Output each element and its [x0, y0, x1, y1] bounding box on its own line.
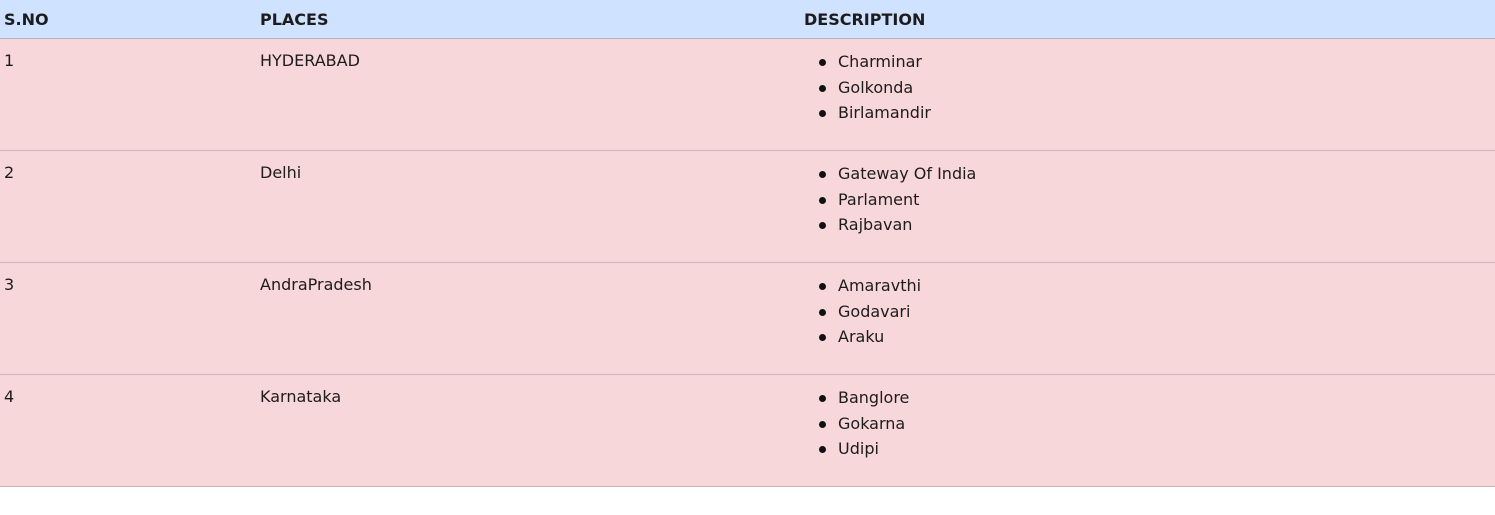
list-item-text: Banglore — [838, 388, 910, 407]
cell-sno: 3 — [0, 262, 256, 375]
header-places: PLACES — [256, 0, 800, 39]
table-header: S.NO PLACES DESCRIPTION — [0, 0, 1495, 39]
list-item: Amaravthi — [819, 273, 1495, 299]
header-description: DESCRIPTION — [800, 0, 1495, 39]
description-list: Banglore Gokarna Udipi — [800, 385, 1495, 462]
bullet-icon — [819, 334, 826, 341]
list-item: Udipi — [819, 436, 1495, 462]
cell-place: Karnataka — [256, 374, 800, 487]
cell-sno: 2 — [0, 150, 256, 263]
list-item-text: Araku — [838, 327, 885, 346]
table-row: 3 AndraPradesh Amaravthi Godavari Araku — [0, 262, 1495, 375]
list-item: Gateway Of India — [819, 161, 1495, 187]
bullet-icon — [819, 110, 826, 117]
cell-description: Charminar Golkonda Birlamandir — [800, 38, 1495, 151]
places-table: S.NO PLACES DESCRIPTION 1 HYDERABAD Char… — [0, 0, 1495, 487]
list-item-text: Birlamandir — [838, 103, 931, 122]
bullet-icon — [819, 446, 826, 453]
list-item-text: Amaravthi — [838, 276, 922, 295]
list-item-text: Parlament — [838, 189, 920, 209]
description-list: Charminar Golkonda Birlamandir — [800, 49, 1495, 126]
bullet-icon — [819, 84, 826, 92]
bullet-icon — [819, 395, 826, 402]
list-item-text: Udipi — [838, 439, 879, 458]
list-item-text: Godavari — [838, 301, 911, 321]
list-item: Golkonda — [819, 75, 1495, 101]
list-item: Godavari — [819, 299, 1495, 325]
table-row: 1 HYDERABAD Charminar Golkonda Birlamand… — [0, 38, 1495, 151]
list-item: Araku — [819, 324, 1495, 350]
cell-place: AndraPradesh — [256, 262, 800, 375]
cell-sno: 1 — [0, 38, 256, 151]
list-item: Gokarna — [819, 411, 1495, 437]
table-row: 2 Delhi Gateway Of India Parlament Rajba… — [0, 150, 1495, 263]
header-sno: S.NO — [0, 0, 256, 39]
bullet-icon — [819, 420, 826, 428]
table-row: 4 Karnataka Banglore Gokarna Udipi — [0, 374, 1495, 487]
list-item-text: Rajbavan — [838, 215, 913, 234]
list-item: Banglore — [819, 385, 1495, 411]
list-item-text: Gokarna — [838, 413, 906, 433]
list-item: Charminar — [819, 49, 1495, 75]
list-item-text: Golkonda — [838, 77, 914, 97]
header-row: S.NO PLACES DESCRIPTION — [0, 0, 1495, 39]
table-body: 1 HYDERABAD Charminar Golkonda Birlamand… — [0, 38, 1495, 487]
list-item-text: Gateway Of India — [838, 164, 977, 183]
list-item-text: Charminar — [838, 52, 922, 71]
bullet-icon — [819, 283, 826, 290]
cell-description: Banglore Gokarna Udipi — [800, 374, 1495, 487]
bullet-icon — [819, 196, 826, 204]
cell-place: Delhi — [256, 150, 800, 263]
list-item: Birlamandir — [819, 100, 1495, 126]
bullet-icon — [819, 171, 826, 178]
bullet-icon — [819, 222, 826, 229]
bullet-icon — [819, 308, 826, 316]
description-list: Amaravthi Godavari Araku — [800, 273, 1495, 350]
bullet-icon — [819, 59, 826, 66]
description-list: Gateway Of India Parlament Rajbavan — [800, 161, 1495, 238]
list-item: Rajbavan — [819, 212, 1495, 238]
list-item: Parlament — [819, 187, 1495, 213]
cell-description: Gateway Of India Parlament Rajbavan — [800, 150, 1495, 263]
cell-description: Amaravthi Godavari Araku — [800, 262, 1495, 375]
cell-place: HYDERABAD — [256, 38, 800, 151]
cell-sno: 4 — [0, 374, 256, 487]
